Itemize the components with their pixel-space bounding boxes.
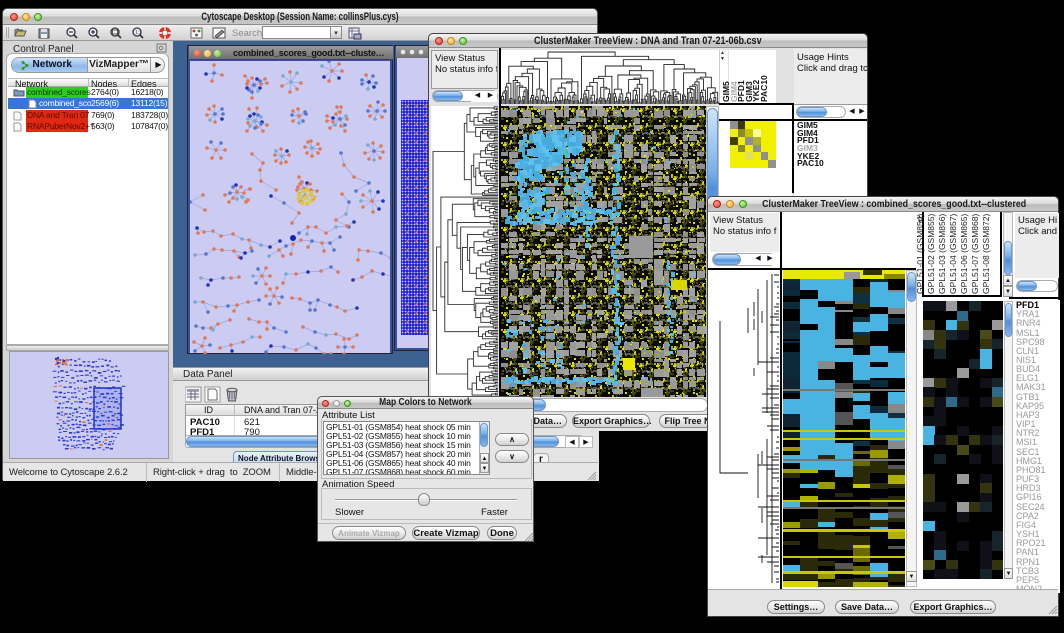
svg-text:1:1: 1:1 xyxy=(135,30,142,36)
